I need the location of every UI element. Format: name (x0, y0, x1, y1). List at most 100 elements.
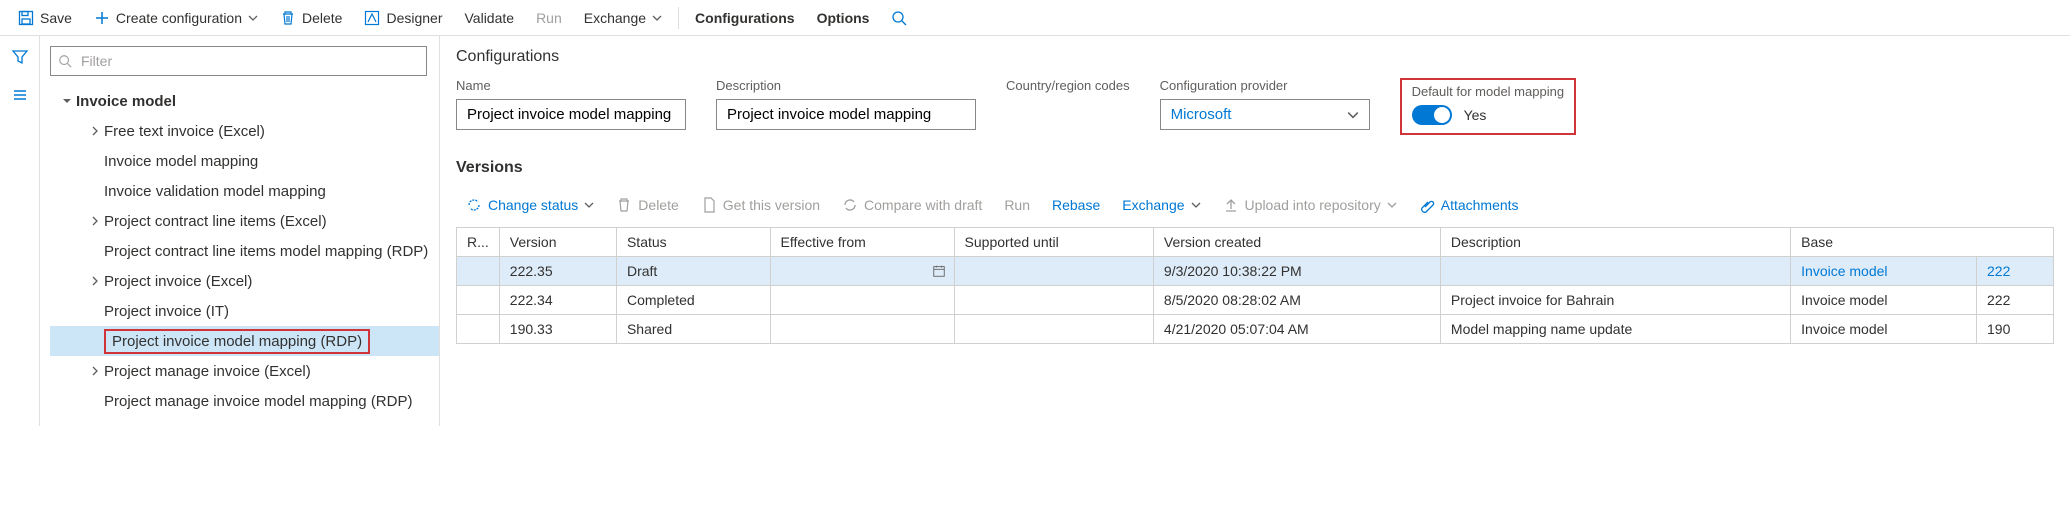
tree-root[interactable]: Invoice model (50, 86, 439, 116)
attachments-button[interactable]: Attachments (1409, 187, 1529, 223)
table-cell (954, 315, 1153, 344)
change-status-button[interactable]: Change status (456, 187, 604, 223)
tree-item-label: Project manage invoice (Excel) (104, 363, 311, 380)
col-status[interactable]: Status (616, 228, 770, 257)
filter-input[interactable] (50, 46, 427, 76)
configurations-label: Configurations (695, 10, 795, 26)
name-field: Name (456, 78, 686, 130)
toolbar-separator (678, 7, 679, 29)
provider-dropdown[interactable]: Microsoft (1160, 99, 1370, 130)
table-cell (457, 315, 500, 344)
caret-right-icon (86, 276, 104, 286)
col-description[interactable]: Description (1440, 228, 1790, 257)
table-cell (770, 257, 954, 286)
plus-icon (94, 10, 110, 26)
upload-label: Upload into repository (1245, 197, 1381, 213)
table-cell: Invoice model (1791, 257, 1977, 286)
description-label: Description (716, 78, 976, 93)
funnel-icon[interactable] (11, 48, 29, 66)
col-supported-until[interactable]: Supported until (954, 228, 1153, 257)
table-cell: Completed (616, 286, 770, 315)
run-button: Run (526, 0, 572, 35)
col-version[interactable]: Version (499, 228, 616, 257)
table-cell: 222.35 (499, 257, 616, 286)
tree-item[interactable]: Invoice validation model mapping (50, 176, 439, 206)
chevron-down-icon (652, 13, 662, 23)
designer-button[interactable]: Designer (354, 0, 452, 35)
tree-item[interactable]: Project invoice model mapping (RDP) (50, 326, 439, 356)
delete-button[interactable]: Delete (270, 0, 352, 35)
designer-label: Designer (386, 10, 442, 26)
caret-right-icon (86, 366, 104, 376)
col-base[interactable]: Base (1791, 228, 2054, 257)
save-button[interactable]: Save (8, 0, 82, 35)
versions-exchange-button[interactable]: Exchange (1112, 187, 1210, 223)
provider-value: Microsoft (1171, 106, 1232, 123)
chevron-down-icon (1347, 109, 1359, 121)
table-cell: Model mapping name update (1440, 315, 1790, 344)
versions-run-button: Run (994, 187, 1040, 223)
provider-label: Configuration provider (1160, 78, 1370, 93)
tree-item[interactable]: Project manage invoice model mapping (RD… (50, 386, 439, 416)
filter-wrap (50, 46, 427, 76)
list-icon[interactable] (11, 86, 29, 104)
rebase-button[interactable]: Rebase (1042, 187, 1110, 223)
table-row[interactable]: 222.34Completed8/5/2020 08:28:02 AMProje… (457, 286, 2054, 315)
main: Invoice model Free text invoice (Excel)I… (0, 36, 2070, 426)
configurations-tab[interactable]: Configurations (685, 0, 805, 35)
tree-item[interactable]: Free text invoice (Excel) (50, 116, 439, 146)
validate-button[interactable]: Validate (455, 0, 525, 35)
save-label: Save (40, 10, 72, 26)
table-cell: Project invoice for Bahrain (1440, 286, 1790, 315)
versions-table: R... Version Status Effective from Suppo… (456, 227, 2054, 344)
country-label: Country/region codes (1006, 78, 1130, 93)
default-mapping-toggle-wrap: Yes (1412, 105, 1564, 125)
table-cell (954, 286, 1153, 315)
get-version-label: Get this version (723, 197, 820, 213)
table-row[interactable]: 222.35Draft9/3/2020 10:38:22 PMInvoice m… (457, 257, 2054, 286)
default-mapping-highlight: Default for model mapping Yes (1400, 78, 1576, 135)
run-label: Run (536, 10, 562, 26)
tree-item[interactable]: Project contract line items (Excel) (50, 206, 439, 236)
tree-item[interactable]: Invoice model mapping (50, 146, 439, 176)
options-label: Options (817, 10, 870, 26)
tree-item-label: Invoice model mapping (104, 153, 258, 170)
tree-item[interactable]: Project invoice (Excel) (50, 266, 439, 296)
search-button[interactable] (881, 0, 917, 35)
options-tab[interactable]: Options (807, 0, 880, 35)
attachments-label: Attachments (1441, 197, 1519, 213)
col-created[interactable]: Version created (1153, 228, 1440, 257)
tree-item[interactable]: Project manage invoice (Excel) (50, 356, 439, 386)
table-row[interactable]: 190.33Shared4/21/2020 05:07:04 AMModel m… (457, 315, 2054, 344)
table-cell: 222 (1977, 257, 2054, 286)
name-label: Name (456, 78, 686, 93)
create-configuration-label: Create configuration (116, 10, 242, 26)
table-cell (770, 315, 954, 344)
table-cell (1440, 257, 1790, 286)
tree-item[interactable]: Project invoice (IT) (50, 296, 439, 326)
versions-run-label: Run (1004, 197, 1030, 213)
country-field: Country/region codes (1006, 78, 1130, 99)
default-mapping-value: Yes (1464, 107, 1487, 123)
table-cell: 8/5/2020 08:28:02 AM (1153, 286, 1440, 315)
col-effective-from[interactable]: Effective from (770, 228, 954, 257)
caret-right-icon (86, 126, 104, 136)
table-cell (457, 286, 500, 315)
default-mapping-toggle[interactable] (1412, 105, 1452, 125)
refresh-icon (466, 197, 482, 213)
versions-exchange-label: Exchange (1122, 197, 1184, 213)
versions-toolbar: Change status Delete Get this version (456, 187, 2070, 223)
get-version-button: Get this version (691, 187, 830, 223)
exchange-button[interactable]: Exchange (574, 0, 672, 35)
name-input[interactable] (456, 99, 686, 130)
table-cell: Invoice model (1791, 315, 1977, 344)
description-input[interactable] (716, 99, 976, 130)
col-r[interactable]: R... (457, 228, 500, 257)
table-cell: Invoice model (1791, 286, 1977, 315)
versions-delete-label: Delete (638, 197, 678, 213)
search-icon (891, 10, 907, 26)
tree-item[interactable]: Project contract line items model mappin… (50, 236, 439, 266)
left-panel: Invoice model Free text invoice (Excel) I… (40, 36, 440, 426)
create-configuration-button[interactable]: Create configuration (84, 0, 268, 35)
calendar-icon (932, 264, 946, 278)
